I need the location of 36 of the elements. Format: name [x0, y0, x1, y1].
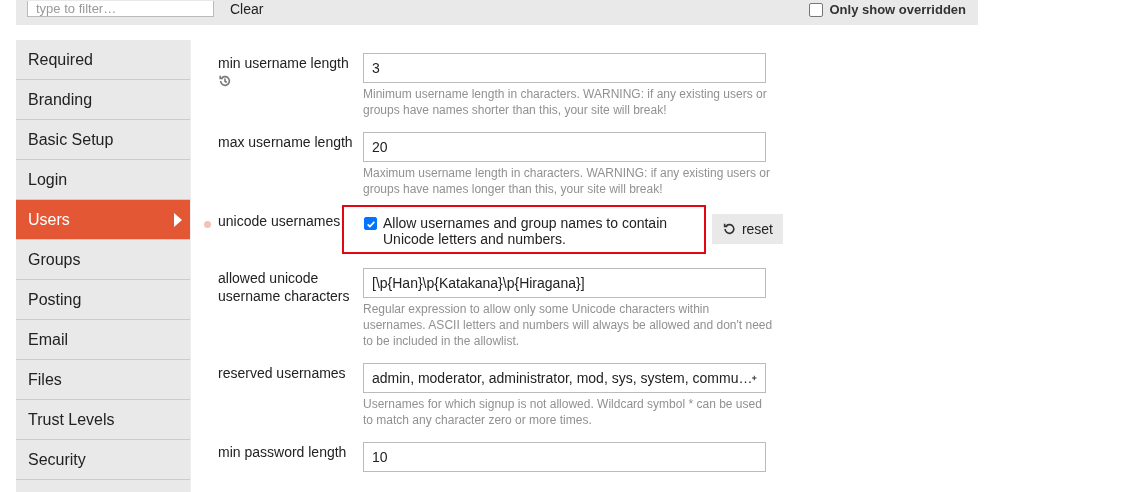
text-field[interactable]: 20: [363, 132, 766, 162]
setting-description: Minimum username length in characters. WARNING: if any existing users or groups have names shorter than this, your site will break!: [363, 86, 768, 118]
sidebar-item[interactable]: Trust Levels: [16, 400, 190, 440]
reset-icon: [721, 222, 736, 236]
clear-button[interactable]: Clear: [222, 1, 272, 17]
filter-field[interactable]: type to filter…: [27, 1, 214, 17]
sidebar-item[interactable]: Email: [16, 320, 190, 360]
sidebar-item[interactable]: Branding: [16, 80, 190, 120]
sidebar-item[interactable]: Files: [16, 360, 190, 400]
reset-button[interactable]: reset: [711, 214, 783, 244]
setting-label: min username length: [218, 54, 349, 72]
text-field[interactable]: [\p{Han}\p{Katakana}\p{Hiragana}]: [363, 268, 766, 298]
list-field[interactable]: admin, moderator, administrator, mod, sys, system, commu…: [363, 363, 766, 393]
text-field[interactable]: 3: [363, 53, 766, 83]
sidebar-item[interactable]: Users: [16, 200, 190, 240]
setting-label: allowed unicode username characters: [218, 269, 351, 305]
setting-description: Maximum username length in characters. WARNING: if any existing users or groups have names longer than this, your site will break!: [363, 165, 772, 197]
setting-label: unicode usernames: [218, 212, 341, 230]
setting-label: min password length: [218, 443, 347, 461]
sidebar-item[interactable]: Posting: [16, 280, 190, 320]
setting-label: max username length: [218, 133, 353, 151]
text-field[interactable]: 10: [363, 442, 766, 472]
checkbox-label: Only show overridden: [829, 2, 966, 17]
setting-description: Regular expression to allow only some Unicode characters within usernames. ASCII letters and numbers will always be allowed and don't need to be included in the allowlist.: [363, 301, 773, 349]
checkbox[interactable]: [809, 2, 824, 17]
sidebar-item[interactable]: Login: [16, 160, 190, 200]
checkbox[interactable]: [364, 217, 377, 230]
history-icon[interactable]: [218, 74, 232, 88]
sidebar-item[interactable]: Required: [16, 40, 190, 80]
sidebar-item[interactable]: Security: [16, 440, 190, 480]
checkbox-label: Allow usernames and group names to contain Unicode letters and numbers.: [383, 215, 669, 247]
setting-description: Usernames for which signup is not allowed. Wildcard symbol * can be used to match any character zero or more times.: [363, 396, 763, 428]
caret-icon: [174, 212, 182, 227]
sidebar-item[interactable]: Basic Setup: [16, 120, 190, 160]
sidebar-item[interactable]: Groups: [16, 240, 190, 280]
setting-label: reserved usernames: [218, 364, 346, 382]
